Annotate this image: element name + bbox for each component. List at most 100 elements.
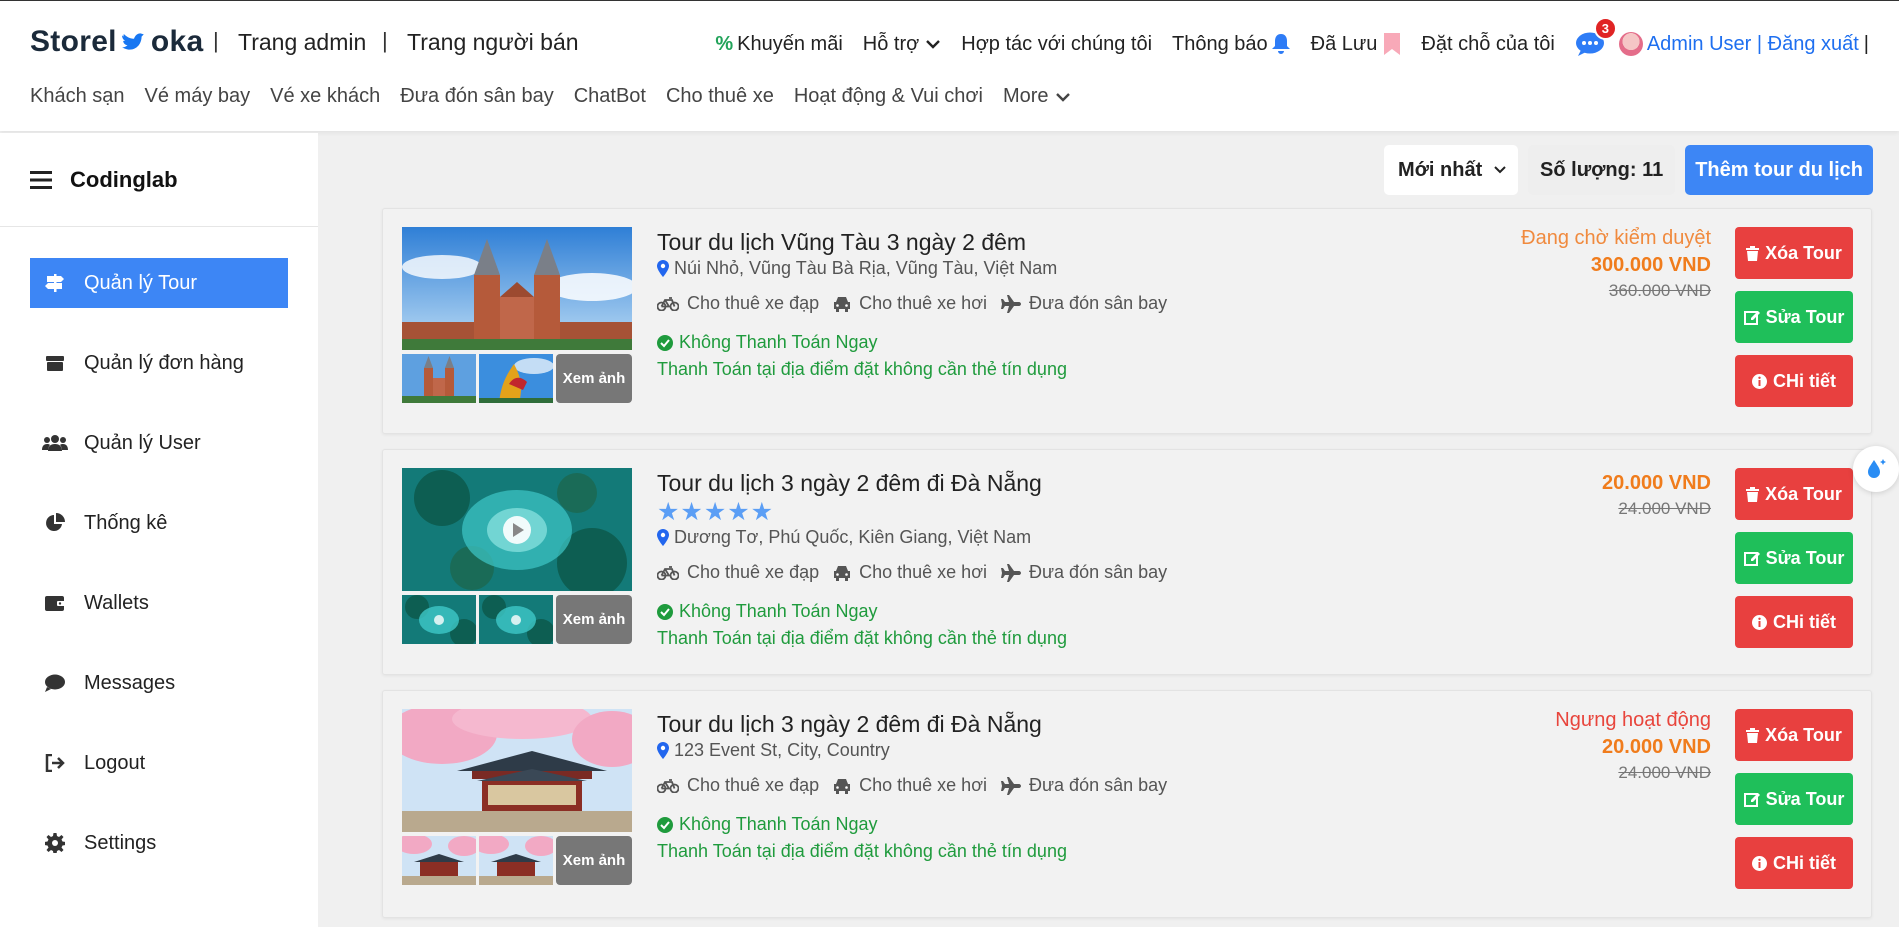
plane-icon [1001, 776, 1021, 795]
tour-thumbnail[interactable] [479, 595, 553, 644]
add-tour-button[interactable]: Thêm tour du lịch [1685, 145, 1873, 195]
tour-detail-button[interactable]: CHi tiết [1735, 596, 1853, 648]
sidebar-item-settings[interactable]: Settings [30, 818, 288, 868]
tour-features: Cho thuê xe đạp Cho thuê xe hơi Đưa đón … [657, 775, 1167, 796]
edit-tour-button[interactable]: Sửa Tour [1735, 532, 1853, 584]
sidebar-item-label: Messages [84, 671, 176, 694]
bicycle-icon [657, 778, 679, 793]
tour-actions: Xóa Tour Sửa Tour CHi tiết [1735, 709, 1853, 889]
nav-more-dropdown[interactable]: More [1003, 85, 1071, 108]
sidebar: Codinglab Quản lý Tour Quản lý đơn hàng … [0, 133, 318, 927]
trash-icon [1746, 727, 1760, 743]
logo-text-left: Storel [30, 25, 117, 58]
partner-link[interactable]: Hợp tác với chúng tôi [961, 33, 1152, 56]
sidebar-item-statistics[interactable]: Thống kê [30, 498, 288, 548]
notifications-link[interactable]: Thông báo [1172, 33, 1291, 56]
percent-icon: % [715, 32, 734, 55]
nav-airport-transfer[interactable]: Đưa đón sân bay [400, 85, 554, 108]
promo-link[interactable]: % Khuyến mãi [715, 33, 842, 56]
delete-tour-button[interactable]: Xóa Tour [1735, 227, 1853, 279]
tour-thumbnail[interactable] [402, 354, 476, 403]
tour-title[interactable]: Tour du lịch 3 ngày 2 đêm đi Đà Nẵng [657, 470, 1167, 497]
nav-car-rental[interactable]: Cho thuê xe [666, 85, 774, 108]
tour-detail-button[interactable]: CHi tiết [1735, 837, 1853, 889]
chat-count-badge: 3 [1593, 17, 1617, 40]
admin-page-link[interactable]: Trang admin [238, 29, 366, 56]
sidebar-item-tours[interactable]: Quản lý Tour [30, 258, 288, 308]
seller-page-link[interactable]: Trang người bán [407, 29, 579, 56]
delete-tour-label: Xóa Tour [1765, 242, 1842, 263]
nav-bus-tickets[interactable]: Vé xe khách [270, 85, 380, 108]
tour-gallery: Xem ảnh [402, 709, 632, 885]
payment-note: Thanh Toán tại địa điểm đặt không cần th… [657, 841, 1067, 861]
message-icon [40, 674, 70, 692]
sidebar-item-orders[interactable]: Quản lý đơn hàng [30, 338, 288, 388]
site-logo[interactable]: Storel oka [30, 25, 203, 59]
sort-select[interactable]: Mới nhất [1384, 145, 1519, 195]
tour-main-image[interactable] [402, 227, 632, 350]
edit-icon [1743, 791, 1760, 807]
saved-label: Đã Lưu [1310, 32, 1378, 55]
payment-note: Thanh Toán tại địa điểm đặt không cần th… [657, 359, 1067, 379]
delete-tour-button[interactable]: Xóa Tour [1735, 709, 1853, 761]
view-photos-button[interactable]: Xem ảnh [556, 836, 632, 885]
avatar[interactable] [1618, 32, 1643, 56]
separator: | [213, 28, 219, 53]
sidebar-item-logout[interactable]: Logout [30, 738, 288, 788]
support-dropdown[interactable]: Hỗ trợ [863, 33, 941, 56]
tour-detail-button[interactable]: CHi tiết [1735, 355, 1853, 407]
edit-tour-button[interactable]: Sửa Tour [1735, 773, 1853, 825]
view-photos-button[interactable]: Xem ảnh [556, 354, 632, 403]
edit-tour-label: Sửa Tour [1765, 306, 1845, 327]
edit-tour-label: Sửa Tour [1765, 547, 1845, 568]
tour-main-image[interactable] [402, 468, 632, 591]
tour-thumbnails: Xem ảnh [402, 354, 632, 403]
tour-card: Xem ảnh Tour du lịch 3 ngày 2 đêm đi Đà … [382, 690, 1872, 918]
nav-flights[interactable]: Vé máy bay [145, 85, 251, 108]
tour-price: Đang chờ kiểm duyệt 300.000 VND 360.000 … [1521, 227, 1711, 301]
tour-detail-label: CHi tiết [1773, 852, 1836, 873]
support-label: Hỗ trợ [862, 32, 920, 55]
chat-button[interactable]: 3 [1575, 17, 1617, 57]
sub-nav: Khách sạn Vé máy bay Vé xe khách Đưa đón… [30, 85, 1091, 108]
tour-thumbnail[interactable] [479, 354, 553, 403]
water-drop-widget-icon[interactable] [1853, 446, 1899, 492]
delete-tour-label: Xóa Tour [1765, 724, 1842, 745]
nav-chatbot[interactable]: ChatBot [574, 85, 646, 108]
right-menu: % Khuyến mãi Hỗ trợ Hợp tác với chúng tô… [695, 17, 1869, 57]
tour-thumbnail[interactable] [479, 836, 553, 885]
sidebar-item-messages[interactable]: Messages [30, 658, 288, 708]
car-icon [833, 565, 851, 581]
user-logout-link[interactable]: Admin User | Đăng xuất [1647, 33, 1859, 56]
sidebar-item-users[interactable]: Quản lý User [30, 418, 288, 468]
tour-gallery: Xem ảnh [402, 227, 632, 403]
feature-car-label: Cho thuê xe hơi [859, 775, 987, 795]
sidebar-item-wallets[interactable]: Wallets [30, 578, 288, 628]
tour-thumbnail[interactable] [402, 595, 476, 644]
tour-title[interactable]: Tour du lịch 3 ngày 2 đêm đi Đà Nẵng [657, 711, 1167, 738]
tour-title[interactable]: Tour du lịch Vũng Tàu 3 ngày 2 đêm [657, 229, 1167, 256]
original-price: 24.000 VND [1618, 763, 1711, 782]
feature-car: Cho thuê xe hơi [833, 775, 987, 796]
tour-location: Dương Tơ, Phú Quốc, Kiên Giang, Việt Nam [657, 527, 1167, 548]
edit-tour-button[interactable]: Sửa Tour [1735, 291, 1853, 343]
delete-tour-button[interactable]: Xóa Tour [1735, 468, 1853, 520]
feature-car-label: Cho thuê xe hơi [859, 562, 987, 582]
hamburger-menu-icon[interactable] [30, 170, 52, 189]
payment-note: Thanh Toán tại địa điểm đặt không cần th… [657, 628, 1067, 648]
saved-link[interactable]: Đã Lưu [1311, 32, 1402, 56]
sidebar-item-label: Logout [84, 751, 146, 774]
edit-icon [1743, 550, 1760, 566]
tour-card: Xem ảnh Tour du lịch 3 ngày 2 đêm đi Đà … [382, 449, 1872, 675]
view-photos-button[interactable]: Xem ảnh [556, 595, 632, 644]
my-bookings-link[interactable]: Đặt chỗ của tôi [1421, 33, 1554, 56]
promo-label: Khuyến mãi [737, 32, 843, 55]
nav-hotels[interactable]: Khách sạn [30, 85, 125, 108]
sidebar-item-label: Quản lý đơn hàng [84, 351, 244, 374]
plane-icon [1001, 563, 1021, 582]
tour-thumbnail[interactable] [402, 836, 476, 885]
nav-activities[interactable]: Hoạt động & Vui chơi [794, 85, 983, 108]
tour-detail-label: CHi tiết [1773, 611, 1836, 632]
car-icon [833, 296, 851, 312]
tour-main-image[interactable] [402, 709, 632, 832]
